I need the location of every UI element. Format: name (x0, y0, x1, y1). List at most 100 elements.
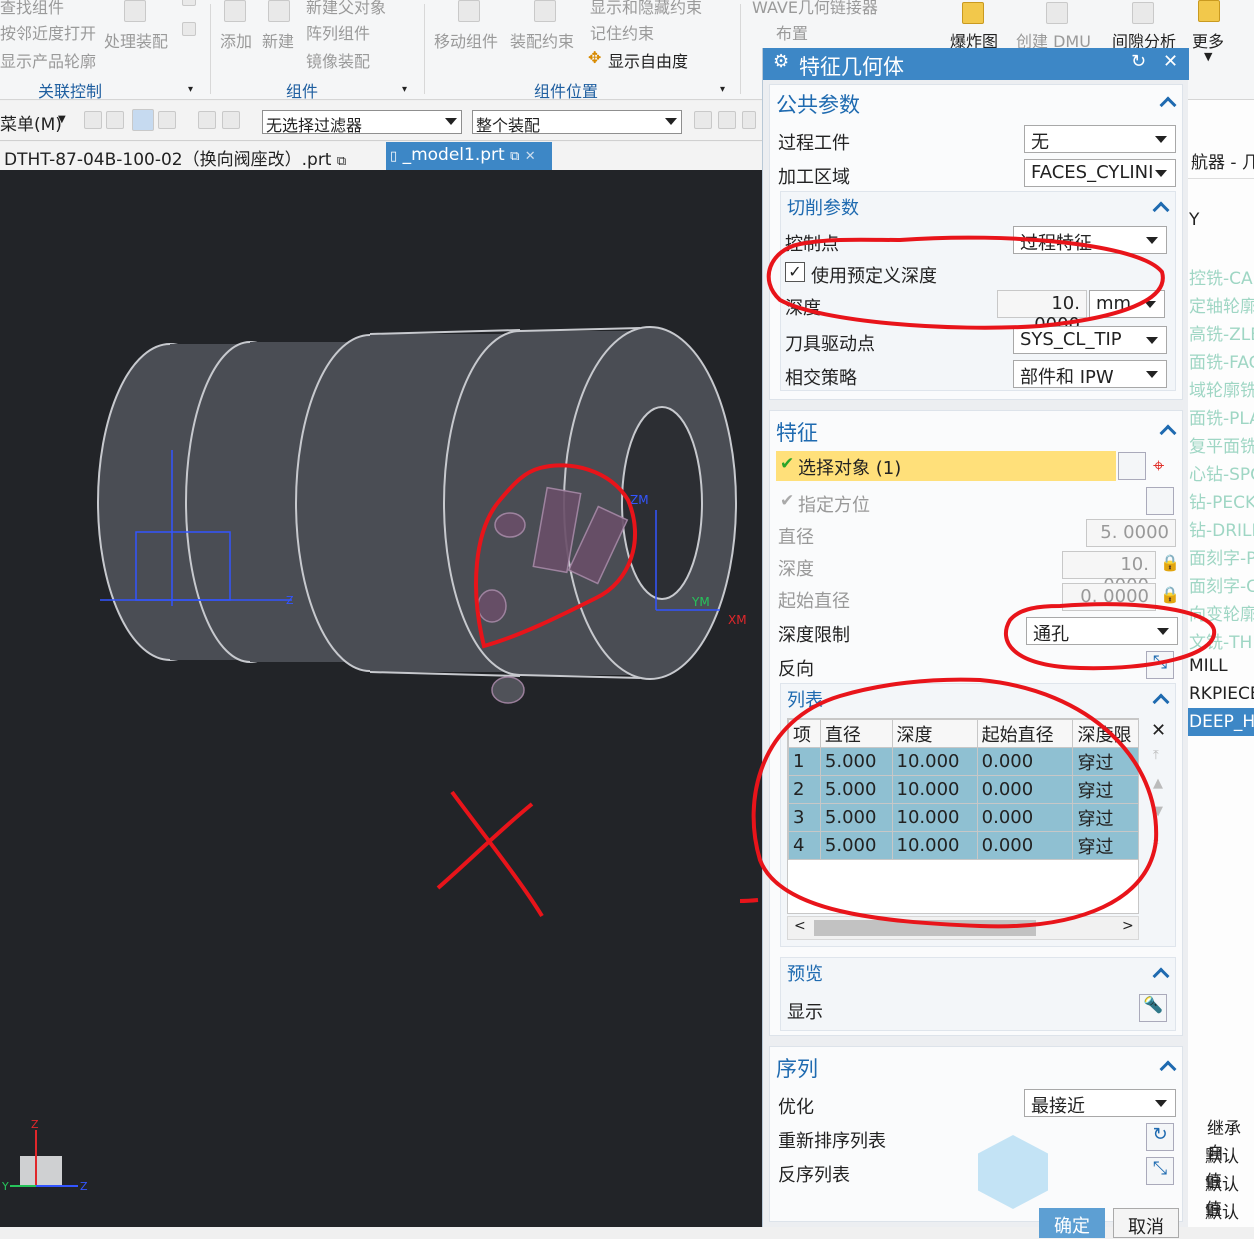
show-hide-constraint-item[interactable]: 显示和隐藏约束 (590, 0, 702, 18)
preview-header[interactable]: 预览 (787, 960, 823, 986)
collapse-chevron-icon[interactable] (1152, 693, 1170, 711)
more-button[interactable]: 更多 (1192, 28, 1224, 52)
cancel-button[interactable]: 取消 (1113, 1208, 1179, 1238)
column-header[interactable]: 直径 (819, 719, 893, 748)
wave-linker-item[interactable]: WAVE几何链接器 (752, 0, 878, 18)
find-component-item[interactable]: 查找组件 (0, 0, 64, 18)
table-row[interactable]: 3 5.000 10.000 0.000 穿过 (788, 803, 1138, 832)
nav-item[interactable]: 钻-PECK (1189, 488, 1254, 513)
table-row[interactable]: 2 5.000 10.000 0.000 穿过 (788, 775, 1138, 804)
tab-model1[interactable]: ▯ _model1.prt ⧉ ✕ (386, 142, 552, 170)
reorder-icon[interactable]: ↻ (1146, 1123, 1174, 1151)
menu-dropdown-icon[interactable]: ▼ (58, 114, 66, 125)
select-icon[interactable] (158, 111, 176, 129)
nav-item[interactable]: 控铣-CA (1189, 264, 1253, 289)
lock-icon[interactable]: 🔒 (1160, 585, 1180, 604)
crosshair-icon[interactable]: ⌖ (1153, 453, 1164, 477)
ok-button[interactable]: 确定 (1039, 1208, 1105, 1238)
remember-constraint-item[interactable]: 记住约束 (590, 20, 654, 44)
nav-item[interactable]: 文铣-TH (1189, 628, 1252, 653)
more-icon[interactable] (1198, 0, 1220, 22)
nav-item[interactable]: RKPIECE (1189, 684, 1254, 704)
list-header[interactable]: 列表 (787, 686, 823, 712)
intersect-strategy-dropdown[interactable]: 部件和 IPW (1013, 360, 1167, 388)
collapse-chevron-icon[interactable] (1152, 201, 1170, 219)
nav-item[interactable]: 高铣-ZLE (1189, 320, 1254, 345)
collapse-chevron-icon[interactable] (1159, 96, 1177, 114)
nav-item[interactable]: MILL (1189, 656, 1228, 676)
process-assembly-icon[interactable] (124, 0, 146, 22)
feature-header[interactable]: 特征 (776, 417, 818, 447)
select-icon[interactable] (106, 111, 124, 129)
small-icon[interactable] (182, 22, 196, 36)
tab-close-icon[interactable]: ✕ (525, 149, 536, 164)
move-down-icon[interactable]: ▼ (1153, 804, 1163, 819)
orientation-icon[interactable] (1146, 487, 1174, 515)
nav-item[interactable]: 面刻字-P (1189, 544, 1254, 569)
nav-item[interactable]: 面铣-FAC (1189, 348, 1254, 373)
sequence-header[interactable]: 序列 (776, 1053, 818, 1083)
select-object-row[interactable]: ✔ 选择对象 (1) (776, 451, 1116, 481)
column-header[interactable]: 深度 (891, 719, 978, 748)
open-by-proximity-item[interactable]: 按邻近度打开 (0, 20, 96, 44)
small-icon[interactable] (182, 0, 196, 6)
nav-item[interactable]: 向变轮廓 (1189, 600, 1254, 625)
close-icon[interactable]: ✕ (1163, 51, 1178, 72)
cut-params-header[interactable]: 切削参数 (787, 194, 859, 220)
nav-item-selected[interactable]: DEEP_H (1189, 712, 1254, 732)
select-object-icon[interactable] (1118, 452, 1146, 480)
assembly-constraint-icon[interactable] (534, 0, 556, 22)
assembly-constraint-button[interactable]: 装配约束 (510, 28, 574, 52)
new-button[interactable]: 新建 (262, 28, 294, 52)
horizontal-scrollbar[interactable]: < > (787, 916, 1139, 940)
nav-item[interactable]: 域轮廓铣 (1189, 376, 1254, 401)
collapse-chevron-icon[interactable] (1152, 967, 1170, 985)
scroll-thumb[interactable] (814, 920, 1036, 936)
process-workpiece-dropdown[interactable]: 无 (1024, 125, 1176, 153)
select-icon[interactable] (84, 111, 102, 129)
tab-dtht-part[interactable]: DTHT-87-04B-100-02（换向阀座改）.prt ⧉ (0, 142, 380, 170)
common-params-header[interactable]: 公共参数 (776, 89, 860, 119)
new-component-icon[interactable] (268, 0, 290, 22)
pattern-component-item[interactable]: 阵列组件 (306, 20, 370, 44)
control-point-dropdown[interactable]: 过程特征 (1013, 226, 1167, 254)
optimize-dropdown[interactable]: 最接近 (1024, 1089, 1176, 1117)
start-diameter-input[interactable]: 0. 0000 (1062, 583, 1156, 611)
group-expand-icon[interactable]: ▾ (402, 84, 407, 95)
column-header[interactable]: 起始直径 (976, 719, 1074, 748)
move-component-button[interactable]: 移动组件 (434, 28, 498, 52)
hole-list[interactable]: 项直径 深度 起始直径 深度限 1 5.000 10.000 0.000 穿过 2 5.000 10… (787, 718, 1139, 914)
group-expand-icon[interactable]: ▾ (720, 84, 725, 95)
collapse-chevron-icon[interactable] (1159, 1060, 1177, 1078)
diameter-input[interactable]: 5. 0000 (1086, 519, 1176, 547)
move-bottom-icon[interactable]: ⤓ (1153, 832, 1159, 847)
mirror-assembly-item[interactable]: 镜像装配 (306, 48, 370, 72)
depth-input[interactable]: 10. 0000 (997, 290, 1087, 335)
reset-icon[interactable]: ↻ (1131, 51, 1146, 72)
dialog-title-bar[interactable]: ⚙ 特征几何体 ↻ ✕ (763, 48, 1189, 80)
use-predefined-depth-checkbox[interactable]: ✓ (785, 262, 805, 282)
column-header[interactable]: 项 (788, 719, 821, 748)
display-flashlight-icon[interactable]: 🔦 (1139, 994, 1167, 1022)
type-filter-dropdown[interactable]: 无选择过滤器 (262, 110, 462, 134)
add-button[interactable]: 添加 (220, 28, 252, 52)
snap-icon[interactable] (718, 111, 736, 129)
more-dropdown-icon[interactable]: ▼ (1204, 50, 1212, 63)
depth-unit-dropdown[interactable]: mm (1089, 290, 1165, 318)
machining-area-dropdown[interactable]: FACES_CYLINI (1024, 159, 1176, 187)
collapse-chevron-icon[interactable] (1159, 424, 1177, 442)
feature-depth-input[interactable]: 10. 0000 (1062, 551, 1156, 596)
create-dmu-icon[interactable] (1046, 2, 1068, 24)
lock-icon[interactable]: 🔒 (1160, 553, 1180, 572)
nav-item[interactable]: 钻-DRILL (1189, 516, 1254, 541)
snap-icon[interactable] (694, 111, 712, 129)
select-active-icon[interactable] (132, 109, 154, 131)
table-row[interactable]: 1 5.000 10.000 0.000 穿过 (788, 747, 1138, 776)
reverse-direction-icon[interactable]: ⤡ (1146, 651, 1174, 679)
nav-item[interactable]: 复平面铣 (1189, 432, 1254, 457)
select-icon[interactable] (222, 111, 240, 129)
nav-item[interactable]: 心钻-SPC (1189, 460, 1254, 485)
process-assembly-button[interactable]: 处理装配 (104, 28, 168, 52)
arrange-item[interactable]: 布置 (776, 20, 808, 44)
scope-dropdown[interactable]: 整个装配 (472, 110, 682, 134)
